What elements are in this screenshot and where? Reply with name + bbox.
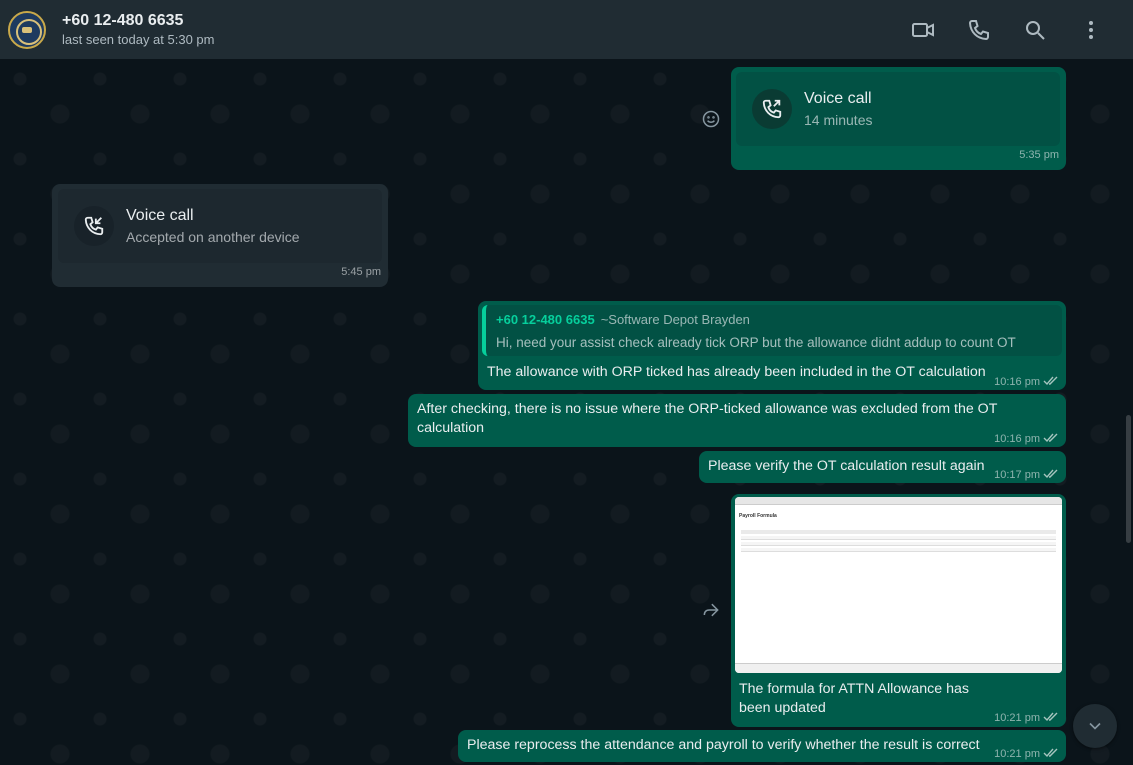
chevron-down-icon — [1089, 722, 1101, 730]
message-text: The allowance with ORP ticked has alread… — [487, 364, 986, 380]
forward-button[interactable] — [698, 597, 724, 623]
message-meta: 10:21 pm — [994, 745, 1059, 764]
message-bubble: After checking, there is no issue where … — [408, 394, 1066, 447]
message-meta: 10:16 pm — [994, 430, 1059, 449]
forward-icon — [703, 603, 719, 617]
quoted-alias: ~Software Depot Brayden — [600, 312, 750, 327]
message-bubble: Please reprocess the attendance and payr… — [458, 730, 1066, 762]
video-call-icon — [912, 22, 934, 37]
call-duration: 14 minutes — [804, 112, 873, 128]
video-call-button[interactable] — [895, 10, 951, 50]
message-text: Please verify the OT calculation result … — [708, 458, 985, 474]
incoming-call-message: Voice call Accepted on another device 5:… — [52, 184, 388, 287]
thumb-row — [741, 542, 1056, 546]
thumb-row — [741, 548, 1056, 552]
call-title: Voice call — [804, 90, 872, 107]
message-text: Please reprocess the attendance and payr… — [467, 737, 980, 753]
call-card[interactable]: Voice call Accepted on another device — [58, 189, 382, 263]
message-time: 10:21 pm — [994, 712, 1040, 724]
search-button[interactable] — [1007, 10, 1063, 50]
image-caption: The formula for ATTN Allowance has been … — [739, 681, 969, 716]
quoted-message[interactable]: +60 12-480 6635 ~Software Depot Brayden H… — [482, 305, 1062, 356]
message-text: After checking, there is no issue where … — [417, 401, 998, 436]
message-time: 10:16 pm — [994, 376, 1040, 388]
call-status: Accepted on another device — [126, 229, 300, 245]
contact-info[interactable]: +60 12-480 6635 last seen today at 5:30 … — [62, 11, 895, 49]
reply-message: +60 12-480 6635 ~Software Depot Brayden H… — [478, 301, 1066, 390]
message-meta: 10:17 pm — [994, 466, 1059, 485]
message-time: 10:16 pm — [994, 433, 1040, 445]
thumb-footer — [735, 663, 1062, 673]
thumb-titlebar — [735, 497, 1062, 505]
read-receipt-icon — [1043, 710, 1059, 722]
quoted-sender: +60 12-480 6635 — [496, 312, 595, 327]
message-time: 10:17 pm — [994, 469, 1040, 481]
thumb-title: Payroll Formula — [739, 513, 777, 519]
contact-name: +60 12-480 6635 — [62, 11, 184, 29]
message-meta: 10:21 pm — [994, 709, 1059, 728]
read-receipt-icon — [1043, 431, 1059, 443]
last-seen-status: last seen today at 5:30 pm — [62, 31, 215, 47]
outgoing-call-message: Voice call 14 minutes 5:35 pm — [731, 67, 1066, 170]
scroll-to-bottom-button[interactable] — [1073, 704, 1117, 748]
contact-avatar[interactable] — [8, 10, 46, 49]
call-title: Voice call — [126, 207, 194, 224]
voice-call-icon — [968, 19, 989, 40]
read-receipt-icon — [1043, 374, 1059, 386]
search-icon — [1026, 20, 1045, 40]
menu-icon — [1089, 20, 1093, 39]
message-time: 10:21 pm — [994, 748, 1040, 760]
menu-button[interactable] — [1063, 10, 1119, 50]
call-icon-wrap — [74, 206, 114, 246]
thumb-row — [741, 536, 1056, 540]
thumb-row — [741, 530, 1056, 534]
chat-area: Voice call 14 minutes 5:35 pm Voice call… — [0, 59, 1133, 765]
react-button[interactable] — [698, 106, 724, 132]
chat-header: +60 12-480 6635 last seen today at 5:30 … — [0, 0, 1133, 59]
image-message: Payroll Formula The formula for ATTN All… — [731, 494, 1066, 727]
read-receipt-icon — [1043, 467, 1059, 479]
message-meta: 10:16 pm — [994, 373, 1059, 392]
message-bubble: Please verify the OT calculation result … — [699, 451, 1066, 483]
emoji-icon — [702, 110, 720, 128]
voice-call-button[interactable] — [951, 10, 1007, 50]
call-card[interactable]: Voice call 14 minutes — [736, 72, 1060, 146]
outgoing-call-icon — [762, 99, 782, 119]
incoming-call-icon — [84, 216, 104, 236]
call-icon-wrap — [752, 89, 792, 129]
scrollbar-thumb[interactable] — [1126, 415, 1131, 543]
image-thumbnail[interactable]: Payroll Formula — [735, 497, 1062, 673]
read-receipt-icon — [1043, 746, 1059, 758]
message-time: 5:45 pm — [341, 266, 381, 278]
message-time: 5:35 pm — [1019, 149, 1059, 161]
quoted-text: Hi, need your assist check already tick … — [496, 335, 1016, 350]
